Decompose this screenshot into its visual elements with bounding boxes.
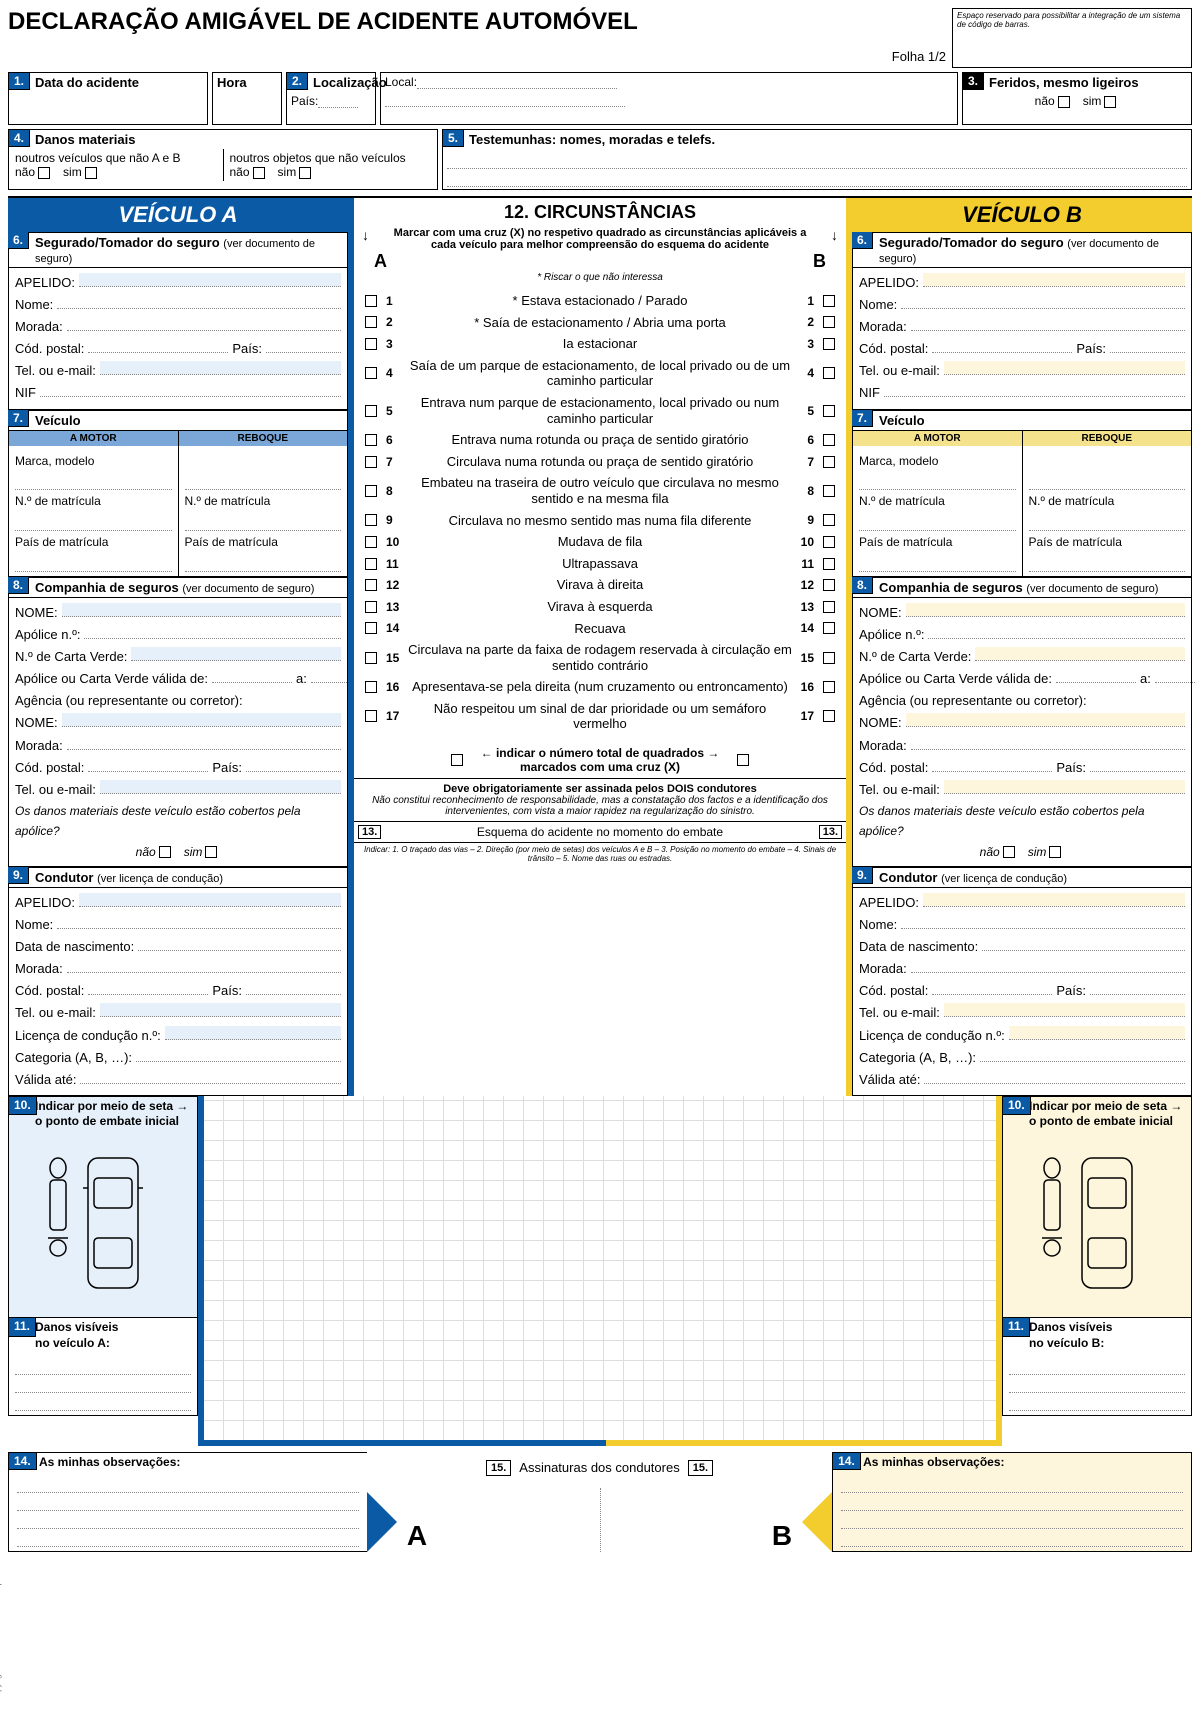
danos2-nao[interactable] xyxy=(253,167,265,179)
local-label: Local: xyxy=(385,75,417,89)
danos1-sim[interactable] xyxy=(85,167,97,179)
circ-a-14[interactable] xyxy=(365,622,377,634)
circ-b-2[interactable] xyxy=(823,316,835,328)
circ-a-2[interactable] xyxy=(365,316,377,328)
signatures-label: Assinaturas dos condutores xyxy=(519,1460,679,1475)
circ-row-8: 8Embateu na traseira de outro veículo qu… xyxy=(362,475,838,506)
circ-row-12: 12Virava à direita12 xyxy=(362,577,838,593)
circ-b-9[interactable] xyxy=(823,514,835,526)
circ-b-14[interactable] xyxy=(823,622,835,634)
box3-num: 3. xyxy=(963,73,984,90)
sim-label: sim xyxy=(1083,94,1102,108)
circ-b-6[interactable] xyxy=(823,434,835,446)
circ-a-16[interactable] xyxy=(365,681,377,693)
circ-a-3[interactable] xyxy=(365,338,377,350)
circ-row-6: 6Entrava numa rotunda ou praça de sentid… xyxy=(362,432,838,448)
page-indicator: Folha 1/2 xyxy=(892,49,946,68)
circ-a-12[interactable] xyxy=(365,579,377,591)
circ-b-16[interactable] xyxy=(823,681,835,693)
circ-row-4: 4Saía de um parque de estacionamento, de… xyxy=(362,358,838,389)
circ-a-17[interactable] xyxy=(365,710,377,722)
circ-row-17: 17Não respeitou um sinal de dar priorida… xyxy=(362,701,838,732)
box3-title: Feridos, mesmo ligeiros xyxy=(963,73,1191,92)
circ-row-11: 11Ultrapassava11 xyxy=(362,556,838,572)
circ-row-3: 3Ia estacionar3 xyxy=(362,336,838,352)
total-a[interactable] xyxy=(451,754,463,766)
circ-row-16: 16Apresentava-se pela direita (num cruza… xyxy=(362,679,838,695)
triangle-b-icon xyxy=(802,1492,832,1552)
pais-label: País: xyxy=(291,94,318,108)
circ-row-1: 1* Estava estacionado / Parado1 xyxy=(362,293,838,309)
box4-num: 4. xyxy=(9,130,30,147)
circ-a-5[interactable] xyxy=(365,405,377,417)
circ-b-4[interactable] xyxy=(823,367,835,379)
box5-title: Testemunhas: nomes, moradas e telefs. xyxy=(443,130,1191,149)
copyright: Copyright 2001© Insurance Europe aisbl xyxy=(0,1558,2,1702)
circ-a-11[interactable] xyxy=(365,558,377,570)
circ-a-7[interactable] xyxy=(365,456,377,468)
vehicle-b-header: VEÍCULO B xyxy=(852,198,1192,232)
circ-b-17[interactable] xyxy=(823,710,835,722)
obs-a-title: As minhas observações: xyxy=(39,1455,180,1469)
circ-b-12[interactable] xyxy=(823,579,835,591)
circ-b-1[interactable] xyxy=(823,295,835,307)
circ-row-15: 15Circulava na parte da faixa de rodagem… xyxy=(362,642,838,673)
sig-b[interactable]: B xyxy=(772,1520,792,1552)
circ-a-4[interactable] xyxy=(365,367,377,379)
cobertos-a-sim[interactable] xyxy=(205,846,217,858)
circ-b-11[interactable] xyxy=(823,558,835,570)
circ-a-15[interactable] xyxy=(365,652,377,664)
triangle-a-icon xyxy=(367,1492,397,1552)
circ-b-8[interactable] xyxy=(823,485,835,497)
circ-row-9: 9Circulava no mesmo sentido mas numa fil… xyxy=(362,513,838,529)
cobertos-a-nao[interactable] xyxy=(159,846,171,858)
box2-num: 2. xyxy=(287,73,308,90)
feridos-nao-check[interactable] xyxy=(1058,96,1070,108)
vehicle-a-diagram[interactable] xyxy=(9,1132,197,1317)
hora-label: Hora xyxy=(213,73,281,92)
circunstancias-title: 12. CIRCUNSTÂNCIAS xyxy=(354,198,846,227)
circ-b-10[interactable] xyxy=(823,536,835,548)
feridos-sim-check[interactable] xyxy=(1104,96,1116,108)
accident-sketch-area[interactable] xyxy=(198,1096,1002,1446)
cobertos-b-sim[interactable] xyxy=(1049,846,1061,858)
circ-a-13[interactable] xyxy=(365,601,377,613)
nao-label: não xyxy=(1035,94,1055,108)
circ-b-3[interactable] xyxy=(823,338,835,350)
danos2-sim[interactable] xyxy=(299,167,311,179)
circ-a-6[interactable] xyxy=(365,434,377,446)
cobertos-b-nao[interactable] xyxy=(1003,846,1015,858)
total-b[interactable] xyxy=(737,754,749,766)
barcode-area: Espaço reservado para possibilitar a int… xyxy=(952,8,1192,68)
circ-instructions: ↓Marcar com uma cruz (X) no respetivo qu… xyxy=(354,227,846,251)
circ-row-13: 13Virava à esquerda13 xyxy=(362,599,838,615)
danos1-nao[interactable] xyxy=(38,167,50,179)
circ-b-7[interactable] xyxy=(823,456,835,468)
circ-row-10: 10Mudava de fila10 xyxy=(362,534,838,550)
circumstances-list: 1* Estava estacionado / Parado1 2* Saía d… xyxy=(354,283,846,742)
circ-b-15[interactable] xyxy=(823,652,835,664)
main-title: DECLARAÇÃO AMIGÁVEL DE ACIDENTE AUTOMÓVE… xyxy=(8,8,886,36)
box1-num: 1. xyxy=(9,73,30,90)
box5-num: 5. xyxy=(443,130,464,147)
obs-b-title: As minhas observações: xyxy=(863,1455,1004,1469)
circ-b-5[interactable] xyxy=(823,405,835,417)
circ-row-7: 7Circulava numa rotunda ou praça de sent… xyxy=(362,454,838,470)
box1-title: Data do acidente xyxy=(9,73,207,92)
sig-a[interactable]: A xyxy=(407,1520,427,1552)
circ-row-2: 2* Saía de estacionamento / Abria uma po… xyxy=(362,315,838,331)
circ-b-13[interactable] xyxy=(823,601,835,613)
circ-a-8[interactable] xyxy=(365,485,377,497)
circ-a-9[interactable] xyxy=(365,514,377,526)
vehicle-b-diagram[interactable] xyxy=(1003,1132,1191,1317)
vehicle-a-header: VEÍCULO A xyxy=(8,198,348,232)
circ-a-1[interactable] xyxy=(365,295,377,307)
danos-sub2: noutros objetos que não veículos xyxy=(230,151,432,165)
circ-row-14: 14Recuava14 xyxy=(362,621,838,637)
danos-sub1: noutros veículos que não A e B xyxy=(15,151,217,165)
circ-row-5: 5Entrava num parque de estacionamento, l… xyxy=(362,395,838,426)
box4-title: Danos materiais xyxy=(9,130,437,149)
circ-a-10[interactable] xyxy=(365,536,377,548)
